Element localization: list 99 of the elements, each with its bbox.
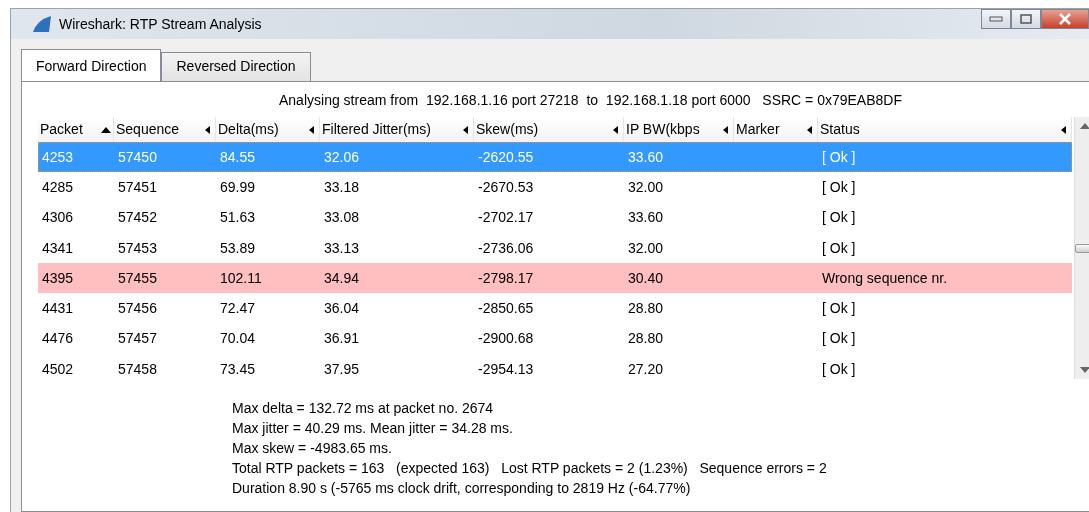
table-cell-text: 32.00	[627, 238, 665, 258]
minimize-icon	[989, 16, 1003, 22]
table-cell-text: [ Ok ]	[821, 177, 857, 197]
scroll-thumb[interactable]	[1075, 243, 1089, 253]
table-cell-text: 72.47	[219, 299, 257, 319]
tab[interactable]: Forward Direction	[21, 49, 162, 81]
table-cell-text: 4395	[41, 268, 75, 288]
table-cell-text: 34.94	[323, 268, 361, 288]
table-cell-text: 28.80	[627, 299, 665, 319]
table-cell-text: 57455	[117, 268, 158, 288]
table-cell-text: 28.80	[627, 329, 665, 349]
column-arrow-icon[interactable]	[721, 125, 731, 134]
maximize-icon	[1020, 14, 1032, 24]
table-cell-text: -2670.53	[477, 177, 535, 197]
table-row[interactable]: 4285 57451 69.99 33.18 -2670.53 32.00 [ Ok ]	[38, 172, 1072, 203]
table-row[interactable]: 4476 57457 70.04 36.91 -2900.68 28.80 [ Ok ]	[38, 323, 1072, 355]
table-cell-text: 33.60	[627, 147, 665, 167]
table-cell-text: [ Ok ]	[821, 208, 857, 228]
table-cell-text: 36.04	[323, 299, 361, 319]
column-header[interactable]: Status	[818, 117, 1072, 142]
table-row[interactable]: 4341 57453 53.89 33.13 -2736.06 32.00 [ Ok ]	[38, 232, 1072, 264]
table-cell-text: Wrong sequence nr.	[821, 268, 949, 288]
table-cell-text: [ Ok ]	[821, 238, 857, 258]
table-cell-text: -2954.13	[477, 359, 535, 379]
column-header[interactable]: Skew(ms)	[474, 117, 624, 142]
table-cell-text: [ Ok ]	[821, 329, 857, 349]
table-cell-text: 4285	[41, 177, 75, 197]
summary-line: Max skew = -4983.65 ms.	[232, 439, 393, 459]
table-cell-text: 102.11	[219, 268, 263, 288]
table-row[interactable]: 4431 57456 72.47 36.04 -2850.65 28.80 [ Ok ]	[38, 293, 1072, 324]
table-row[interactable]: 4502 57458 73.45 37.95 -2954.13 27.20 [ Ok ]	[38, 354, 1072, 385]
column-arrow-icon[interactable]	[461, 125, 471, 134]
table-cell-text: -2620.55	[477, 147, 535, 167]
table-cell-text: -2850.65	[477, 299, 535, 319]
column-arrow-icon[interactable]	[1059, 125, 1069, 134]
table-cell-text: 32.00	[627, 177, 665, 197]
stream-info: Analysing stream from 192.168.1.16 port 27218 to 192.168.1.18 port 6000 SSRC = 0x79EAB8DF	[278, 91, 903, 110]
tab[interactable]: Reversed Direction	[161, 52, 311, 81]
table-cell-text: 27.20	[627, 359, 665, 379]
table-cell-text: 57451	[117, 177, 158, 197]
column-header[interactable]: Marker	[734, 117, 818, 142]
summary-line: Duration 8.90 s (-5765 ms clock drift, corresponding to 2819 Hz (-64.77%)	[232, 479, 692, 499]
table-cell-text: -2702.17	[477, 208, 535, 228]
window-title: Wireshark: RTP Stream Analysis	[59, 14, 262, 34]
table-cell-text: 73.45	[219, 359, 257, 379]
table-cell-text: 33.13	[323, 238, 361, 258]
scrollbar[interactable]	[1074, 117, 1089, 379]
sort-ascending-icon[interactable]	[101, 125, 111, 134]
table-cell-text: 70.04	[219, 329, 257, 349]
table-cell-text: 57456	[117, 299, 158, 319]
table-cell-text: [ Ok ]	[821, 359, 857, 379]
column-arrow-icon[interactable]	[307, 125, 317, 134]
table-cell-text: 4306	[41, 208, 75, 228]
table-cell-text: 53.89	[219, 238, 257, 258]
table-cell-text: -2798.17	[477, 268, 535, 288]
column-header[interactable]: Delta(ms)	[216, 117, 320, 142]
table-cell-text: 36.91	[323, 329, 361, 349]
table-cell-text: 33.18	[323, 177, 361, 197]
column-header[interactable]: IP BW(kbps	[624, 117, 734, 142]
table-row[interactable]: 4395 57455 102.11 34.94 -2798.17 30.40 Wrong sequence nr.	[38, 263, 1072, 294]
table-cell-text: 69.99	[219, 177, 257, 197]
table-cell-text: 4476	[41, 329, 75, 349]
table-cell-text: 57453	[117, 238, 158, 258]
table-cell-text: [ Ok ]	[821, 147, 857, 167]
summary-line: Total RTP packets = 163 (expected 163) Lost RTP packets = 2 (1.23%) Sequence errors = 2	[232, 459, 828, 479]
table-cell-text: 57450	[117, 147, 158, 167]
table-cell-text: 4431	[41, 299, 75, 319]
table-cell-text: 57458	[117, 359, 158, 379]
column-header[interactable]: Filtered Jitter(ms)	[320, 117, 474, 142]
maximize-button[interactable]	[1011, 9, 1041, 29]
summary-line: Max jitter = 40.29 ms. Mean jitter = 34.28 ms.	[232, 419, 514, 439]
table-cell-text: 4253	[41, 147, 75, 167]
scroll-up-icon[interactable]	[1080, 123, 1089, 129]
column-header[interactable]: Packet	[38, 117, 114, 142]
app-icon	[31, 15, 53, 33]
close-icon	[1058, 13, 1072, 25]
table-cell-text: 51.63	[219, 208, 257, 228]
table-cell-text: [ Ok ]	[821, 299, 857, 319]
table-cell-text: -2900.68	[477, 329, 535, 349]
table-cell-text: 57457	[117, 329, 158, 349]
table-cell-text: 32.06	[323, 147, 361, 167]
table-cell-text: 84.55	[219, 147, 257, 167]
column-arrow-icon[interactable]	[805, 125, 815, 134]
table-cell-text: 4341	[41, 238, 75, 258]
close-button[interactable]	[1041, 9, 1089, 29]
column-arrow-icon[interactable]	[611, 125, 621, 134]
table-cell-text: 4502	[41, 359, 75, 379]
table-cell-text: 33.60	[627, 208, 665, 228]
summary-line: Max delta = 132.72 ms at packet no. 2674	[232, 399, 495, 419]
table-cell-text: 57452	[117, 208, 158, 228]
column-arrow-icon[interactable]	[203, 125, 213, 134]
table-row[interactable]: 4306 57452 51.63 33.08 -2702.17 33.60 [ Ok ]	[38, 202, 1072, 233]
scroll-down-icon[interactable]	[1080, 367, 1089, 373]
column-header[interactable]: Sequence	[114, 117, 216, 142]
table-cell-text: -2736.06	[477, 238, 535, 258]
table-cell-text: 37.95	[323, 359, 361, 379]
minimize-button[interactable]	[981, 9, 1011, 29]
table-cell-text: 33.08	[323, 208, 361, 228]
table-cell-text: 30.40	[627, 268, 665, 288]
